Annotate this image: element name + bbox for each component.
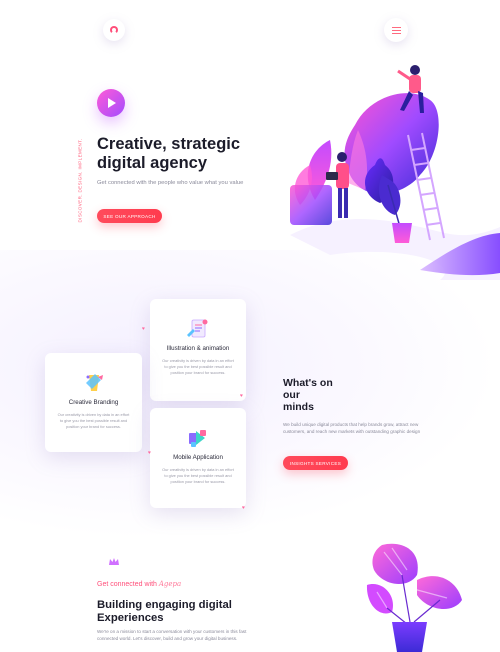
connected-prefix: Get connected with (97, 581, 159, 588)
heart-decoration-icon: ♥ (240, 393, 243, 399)
card-text: Our creativity is driven by data in an e… (57, 412, 130, 429)
heart-decoration-icon: ♥ (148, 450, 151, 456)
service-card-illustration[interactable]: Illustration & animation Our creativity … (150, 299, 246, 401)
illustration-icon (187, 319, 208, 338)
minds-heading: What's on our minds (283, 377, 363, 413)
hamburger-line (391, 29, 401, 31)
engaging-heading-line1: Building engaging digital (97, 599, 232, 611)
see-approach-button[interactable]: SEE OUR APPROACH (97, 209, 162, 223)
side-tagline-text: DISCOVER. DESIGN. IMPLEMENT. (77, 138, 83, 223)
play-icon (108, 98, 116, 108)
service-card-mobile[interactable]: Mobile Application Our creativity is dri… (150, 408, 246, 508)
hero-illustration (290, 65, 500, 280)
mobile-app-icon (189, 430, 206, 447)
logo[interactable] (103, 19, 125, 41)
insights-services-button[interactable]: INSIGHTS SERVICES (283, 456, 348, 470)
minds-heading-line1: What's on (283, 377, 333, 389)
heart-decoration-icon: ♥ (142, 326, 145, 332)
minds-heading-line2: our (283, 389, 300, 401)
minds-heading-line3: minds (283, 401, 314, 413)
connected-brand: Agepa (158, 580, 182, 588)
hamburger-line (391, 32, 401, 34)
card-title: Illustration & animation (166, 345, 230, 352)
card-title: Creative Branding (68, 399, 119, 406)
engaging-text: We're on a mission to start a conversati… (97, 629, 247, 641)
service-card-branding[interactable]: Creative Branding Our creativity is driv… (45, 353, 142, 452)
hero-title-line2: digital agency (97, 154, 208, 172)
connected-tagline: Get connected with Agepa (97, 580, 181, 588)
hero-title-line1: Creative, strategic (97, 135, 241, 153)
monstera-plant-illustration (366, 543, 462, 652)
play-button[interactable] (97, 89, 125, 117)
engaging-heading-line2: Experiences (97, 612, 164, 624)
hero-subtitle: Get connected with the people who value … (97, 180, 244, 186)
ring-logo-icon (110, 26, 118, 34)
minds-text: We build unique digital products that he… (283, 422, 421, 434)
card-title: Mobile Application (173, 454, 223, 461)
menu-button[interactable] (384, 18, 408, 42)
side-tagline: DISCOVER. DESIGN. IMPLEMENT. (70, 138, 90, 223)
branding-icon (85, 374, 103, 391)
engaging-heading: Building engaging digital Experiences (97, 599, 287, 625)
card-text: Our creativity is driven by data in an e… (162, 358, 234, 375)
crown-icon (109, 558, 119, 565)
card-text: Our creativity is driven by data in an e… (162, 467, 234, 484)
hero-title: Creative, strategic digital agency (97, 135, 277, 173)
heart-decoration-icon: ♥ (242, 505, 245, 511)
hamburger-menu-icon (391, 26, 401, 28)
